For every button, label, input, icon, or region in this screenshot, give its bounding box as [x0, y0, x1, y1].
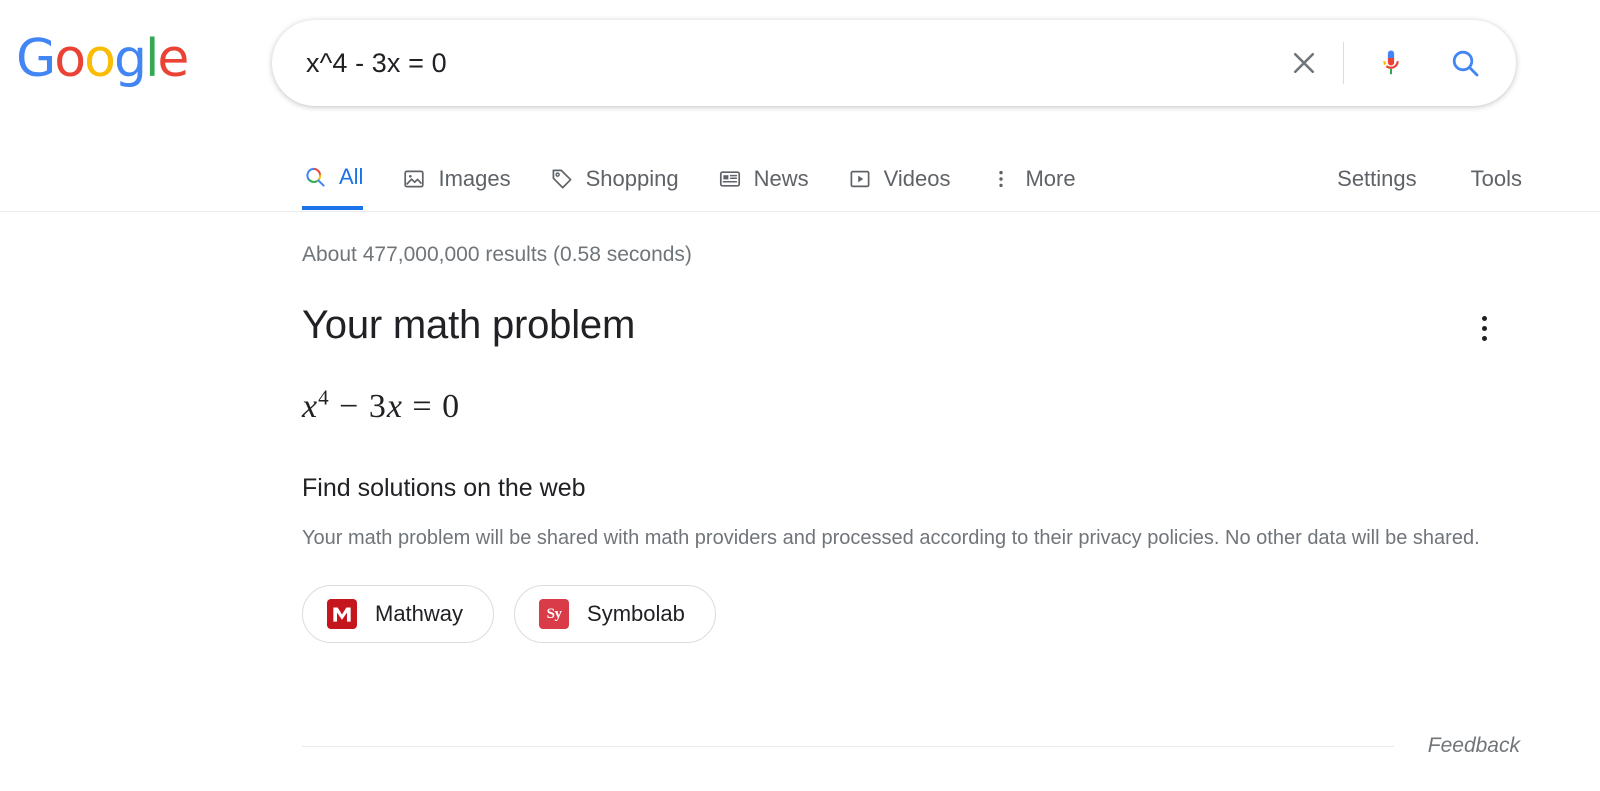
math-answer-panel: Your math problem x4 − 3x = 0 Find solut… — [302, 300, 1522, 644]
logo-letter-o1: o — [54, 29, 86, 89]
tab-shopping-label: Shopping — [585, 166, 679, 191]
tab-shopping[interactable]: Shopping — [549, 148, 679, 210]
equation-var2: x — [386, 388, 403, 425]
more-vertical-icon — [988, 166, 1014, 192]
search-nav-bar: All Images Shopping News Videos More Set… — [0, 148, 1600, 212]
provider-chips: Mathway Sy Symbolab — [302, 585, 1522, 644]
more-vertical-icon-dot-2 — [1481, 325, 1487, 331]
find-solutions-heading: Find solutions on the web — [302, 474, 586, 502]
equation-operator: − 3 — [329, 388, 387, 425]
tab-news[interactable]: News — [717, 148, 809, 210]
search-icon — [302, 164, 328, 190]
tab-images-label: Images — [438, 166, 511, 191]
tab-images[interactable]: Images — [401, 148, 511, 210]
equation-base: x — [302, 388, 319, 425]
tab-all-label: All — [339, 164, 364, 189]
provider-chip-mathway-label: Mathway — [375, 601, 464, 627]
result-options-button[interactable] — [1464, 308, 1504, 348]
tab-videos[interactable]: Videos — [847, 148, 951, 210]
image-icon — [401, 166, 427, 192]
symbolab-logo-icon: Sy — [539, 599, 570, 630]
logo-letter-g2: g — [113, 29, 147, 89]
logo-letter-g1: G — [16, 29, 56, 89]
feedback-link[interactable]: Feedback — [1428, 734, 1520, 758]
tab-videos-label: Videos — [883, 166, 951, 191]
footer-row: Feedback — [302, 734, 1520, 758]
page-header: Google — [0, 0, 1600, 130]
footer-divider — [302, 745, 1394, 747]
voice-search-button[interactable] — [1366, 38, 1416, 88]
privacy-disclaimer: Your math problem will be shared with ma… — [302, 527, 1480, 549]
logo-letter-e: e — [157, 29, 189, 89]
result-stats: About 477,000,000 results (0.58 seconds) — [302, 243, 692, 266]
price-tag-icon — [549, 166, 575, 192]
search-divider — [1343, 42, 1344, 84]
provider-chip-symbolab-label: Symbolab — [587, 601, 685, 627]
page-title: Your math problem — [302, 303, 636, 347]
tab-more-label: More — [1025, 166, 1076, 191]
tab-news-label: News — [753, 166, 809, 191]
search-input[interactable] — [306, 47, 1279, 79]
provider-chip-symbolab[interactable]: Sy Symbolab — [514, 585, 716, 644]
search-icon — [1452, 50, 1479, 77]
more-vertical-icon-dot-1 — [1481, 315, 1487, 321]
mathway-logo-icon — [327, 599, 357, 630]
logo-letter-l: l — [144, 29, 160, 89]
nav-right-actions: Settings Tools — [1337, 148, 1522, 210]
tab-more[interactable]: More — [988, 148, 1076, 210]
settings-button[interactable]: Settings — [1337, 166, 1417, 192]
video-play-icon — [847, 166, 873, 192]
symbolab-logo-glyph: Sy — [546, 605, 562, 622]
clear-search-button[interactable] — [1279, 38, 1329, 88]
provider-chip-mathway[interactable]: Mathway — [302, 585, 495, 644]
math-equation: x4 − 3x = 0 — [302, 385, 1522, 426]
close-icon — [1293, 52, 1315, 74]
more-vertical-icon-dot-3 — [1481, 335, 1487, 341]
nav-tabs: All Images Shopping News Videos More — [302, 148, 1114, 212]
search-bar[interactable] — [272, 20, 1516, 106]
equation-tail: = 0 — [402, 388, 461, 425]
search-submit-button[interactable] — [1440, 38, 1490, 88]
logo-letter-o2: o — [84, 29, 116, 89]
microphone-icon — [1383, 50, 1399, 75]
tab-all[interactable]: All — [302, 148, 364, 210]
newspaper-icon — [717, 166, 743, 192]
google-logo[interactable]: Google — [16, 33, 189, 85]
tools-button[interactable]: Tools — [1471, 166, 1522, 192]
equation-exponent: 4 — [318, 385, 330, 410]
